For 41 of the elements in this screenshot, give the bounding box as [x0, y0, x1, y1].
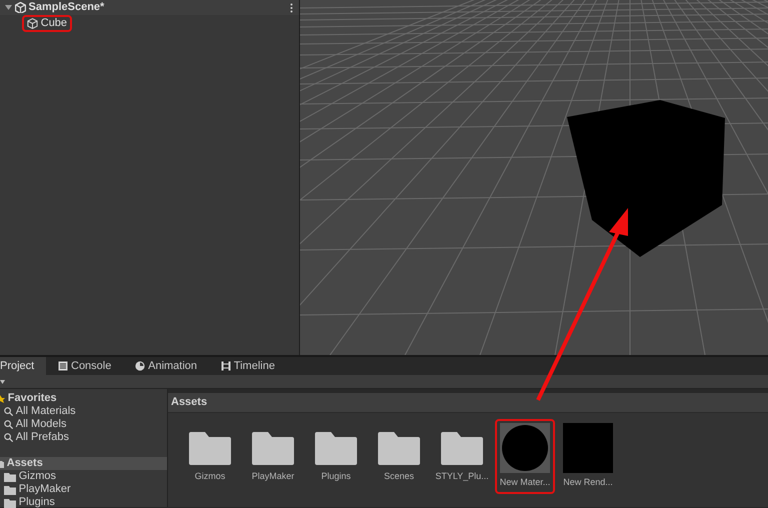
folder-icon	[378, 431, 420, 465]
panel-tab[interactable]: Project	[0, 357, 46, 375]
folder-icon	[315, 431, 357, 465]
panel-tab[interactable]: Console	[46, 357, 124, 375]
favorite-item[interactable]: All Prefabs	[16, 431, 69, 444]
dropdown-arrow-icon	[0, 380, 5, 384]
clock-icon	[135, 361, 146, 371]
menu-icon	[290, 2, 293, 12]
asset-tile[interactable]: Scenes	[369, 419, 429, 488]
asset-tile[interactable]: Plugins	[306, 419, 366, 488]
favorite-item[interactable]: All Models	[16, 418, 66, 431]
folder-icon	[4, 498, 16, 508]
folder-icon	[189, 431, 231, 465]
console-icon	[58, 361, 68, 371]
tree-item[interactable]: Plugins	[18, 496, 55, 508]
asset-tile[interactable]: New Rend...	[558, 419, 618, 494]
tree-row[interactable]: Assets	[0, 457, 167, 470]
folder-icon	[0, 460, 4, 468]
search-icon	[4, 420, 13, 429]
folder-icon	[252, 431, 294, 465]
asset-tile[interactable]: New Mater...	[495, 419, 555, 494]
asset-tile[interactable]: PlayMaker	[243, 419, 303, 488]
cube-icon	[27, 18, 38, 29]
favorites-label: Favorites	[8, 392, 57, 405]
texture-preview-icon	[563, 423, 613, 473]
asset-tile[interactable]: STYLY_Plu...	[432, 419, 492, 488]
breadcrumb-label[interactable]: Assets	[171, 394, 208, 411]
tree-item[interactable]: PlayMaker	[18, 483, 71, 496]
search-icon	[4, 407, 13, 416]
favorite-item[interactable]: All Materials	[16, 405, 76, 418]
folder-icon	[4, 484, 16, 494]
tree-item[interactable]: Gizmos	[18, 470, 56, 483]
asset-tile[interactable]: Gizmos	[180, 419, 240, 488]
timeline-icon	[221, 361, 232, 371]
star-icon	[0, 394, 5, 403]
hierarchy-item[interactable]: Cube	[22, 15, 72, 32]
sphere-preview-icon	[500, 423, 550, 473]
panel-tab[interactable]: Timeline	[209, 357, 287, 375]
folder-icon	[441, 431, 483, 465]
search-icon	[4, 433, 13, 442]
panel-tab[interactable]: Animation	[123, 357, 210, 375]
